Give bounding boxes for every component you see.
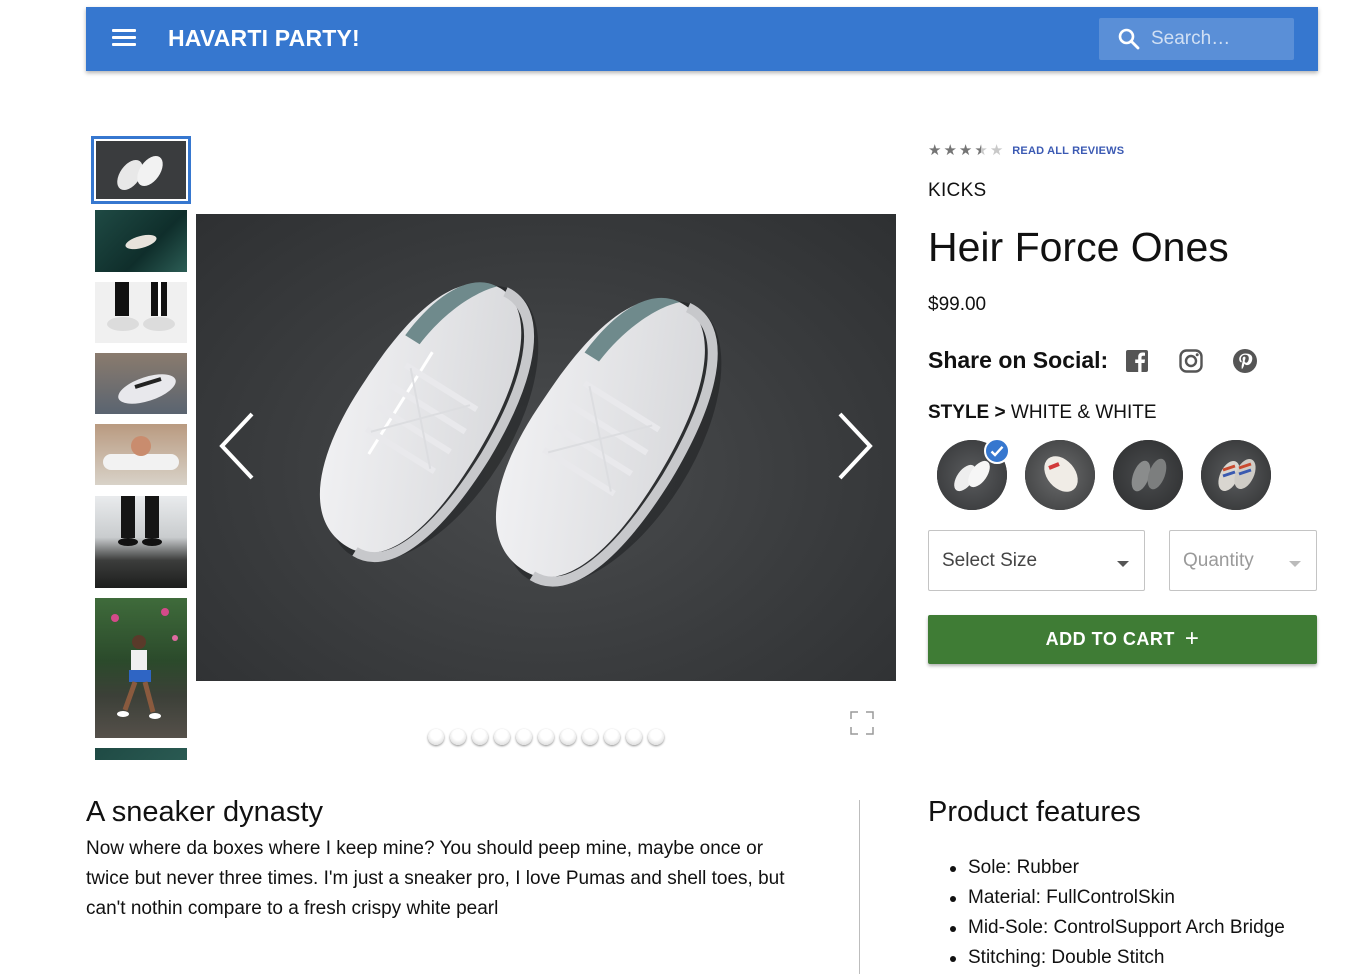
thumbnail-7[interactable] — [95, 598, 187, 738]
carousel-dot[interactable] — [450, 729, 466, 745]
carousel-dot[interactable] — [648, 729, 664, 745]
selected-check-icon — [984, 438, 1010, 464]
app-bar: HAVARTI PARTY! — [86, 7, 1318, 71]
pinterest-icon[interactable] — [1232, 348, 1258, 374]
carousel-dot[interactable] — [538, 729, 554, 745]
description-body: Now where da boxes where I keep mine? Yo… — [86, 838, 785, 919]
sneaker-photo — [319, 282, 722, 587]
carousel-dot[interactable] — [516, 729, 532, 745]
next-image-arrow-icon[interactable] — [832, 410, 876, 482]
add-to-cart-button[interactable]: ADD TO CART + — [928, 615, 1317, 664]
features-list: Sole: Rubber Material: FullControlSkin M… — [950, 853, 1285, 973]
carousel-dot[interactable] — [582, 729, 598, 745]
style-value: WHITE & WHITE — [1010, 402, 1157, 423]
rating-stars: ★ ★ ★ ★ ★ — [928, 143, 1003, 158]
product-main-image[interactable] — [196, 214, 896, 681]
carousel-dot[interactable] — [560, 729, 576, 745]
star-icon: ★ — [943, 142, 957, 159]
menu-icon[interactable] — [112, 29, 136, 49]
style-swatch-white-red[interactable] — [1025, 440, 1095, 510]
carousel-dot[interactable] — [494, 729, 510, 745]
feature-item: Stitching: Double Stitch — [950, 943, 1285, 973]
carousel-dot[interactable] — [604, 729, 620, 745]
thumbnail-8[interactable] — [95, 748, 187, 760]
search-input[interactable] — [1151, 24, 1286, 54]
brand-title[interactable]: HAVARTI PARTY! — [168, 25, 360, 52]
star-half-icon: ★ — [974, 142, 988, 159]
style-swatch-white-white[interactable] — [937, 438, 1010, 510]
style-swatch-multicolor[interactable] — [1201, 440, 1271, 510]
thumbnail-5[interactable] — [95, 424, 187, 485]
fullscreen-icon[interactable] — [848, 709, 876, 737]
facebook-icon[interactable] — [1124, 348, 1150, 374]
dropdown-caret-icon — [1117, 561, 1129, 567]
star-empty-icon: ★ — [989, 142, 1004, 159]
size-select[interactable]: Select Size — [928, 530, 1145, 591]
product-category: KICKS — [928, 180, 987, 201]
thumbnail-1[interactable] — [91, 136, 191, 204]
thumbnail-3[interactable] — [95, 282, 187, 343]
quantity-select[interactable]: Quantity — [1169, 530, 1317, 591]
quantity-select-value: Quantity — [1183, 550, 1254, 571]
product-price: $99.00 — [928, 294, 987, 315]
product-rating: ★ ★ ★ ★ ★ READ ALL REVIEWS — [928, 143, 1124, 158]
search-icon — [1118, 28, 1140, 50]
thumbnail-4[interactable] — [95, 353, 187, 414]
plus-icon: + — [1184, 624, 1200, 652]
share-label: Share on Social: — [928, 347, 1109, 373]
thumbnail-strip — [91, 136, 191, 760]
size-select-value: Select Size — [942, 550, 1038, 571]
feature-item: Sole: Rubber — [950, 853, 1285, 883]
add-to-cart-label: ADD TO CART — [1045, 629, 1175, 649]
style-swatch-grey[interactable] — [1113, 440, 1183, 510]
style-label: STYLE > — [928, 402, 1006, 423]
carousel-dot[interactable] — [428, 729, 444, 745]
share-social: Share on Social: — [928, 347, 1286, 374]
style-selector-label: STYLE > WHITE & WHITE — [928, 402, 1157, 424]
thumbnail-6[interactable] — [95, 496, 187, 588]
features-title: Product features — [928, 796, 1141, 828]
carousel-dots — [428, 729, 664, 745]
read-reviews-link[interactable]: READ ALL REVIEWS — [1012, 145, 1124, 157]
previous-image-arrow-icon[interactable] — [216, 410, 260, 482]
carousel-dot[interactable] — [626, 729, 642, 745]
star-icon: ★ — [928, 142, 942, 159]
feature-item: Mid-Sole: ControlSupport Arch Bridge — [950, 913, 1285, 943]
instagram-icon[interactable] — [1178, 348, 1204, 374]
search-box[interactable] — [1099, 18, 1294, 60]
dropdown-caret-icon — [1289, 561, 1301, 567]
section-divider — [859, 800, 860, 974]
description-title: A sneaker dynasty — [86, 796, 323, 828]
thumbnail-2[interactable] — [95, 210, 187, 272]
carousel-dot[interactable] — [472, 729, 488, 745]
feature-item: Material: FullControlSkin — [950, 883, 1285, 913]
style-swatches — [937, 438, 1271, 510]
star-icon: ★ — [958, 142, 973, 159]
product-title: Heir Force Ones — [928, 224, 1229, 270]
